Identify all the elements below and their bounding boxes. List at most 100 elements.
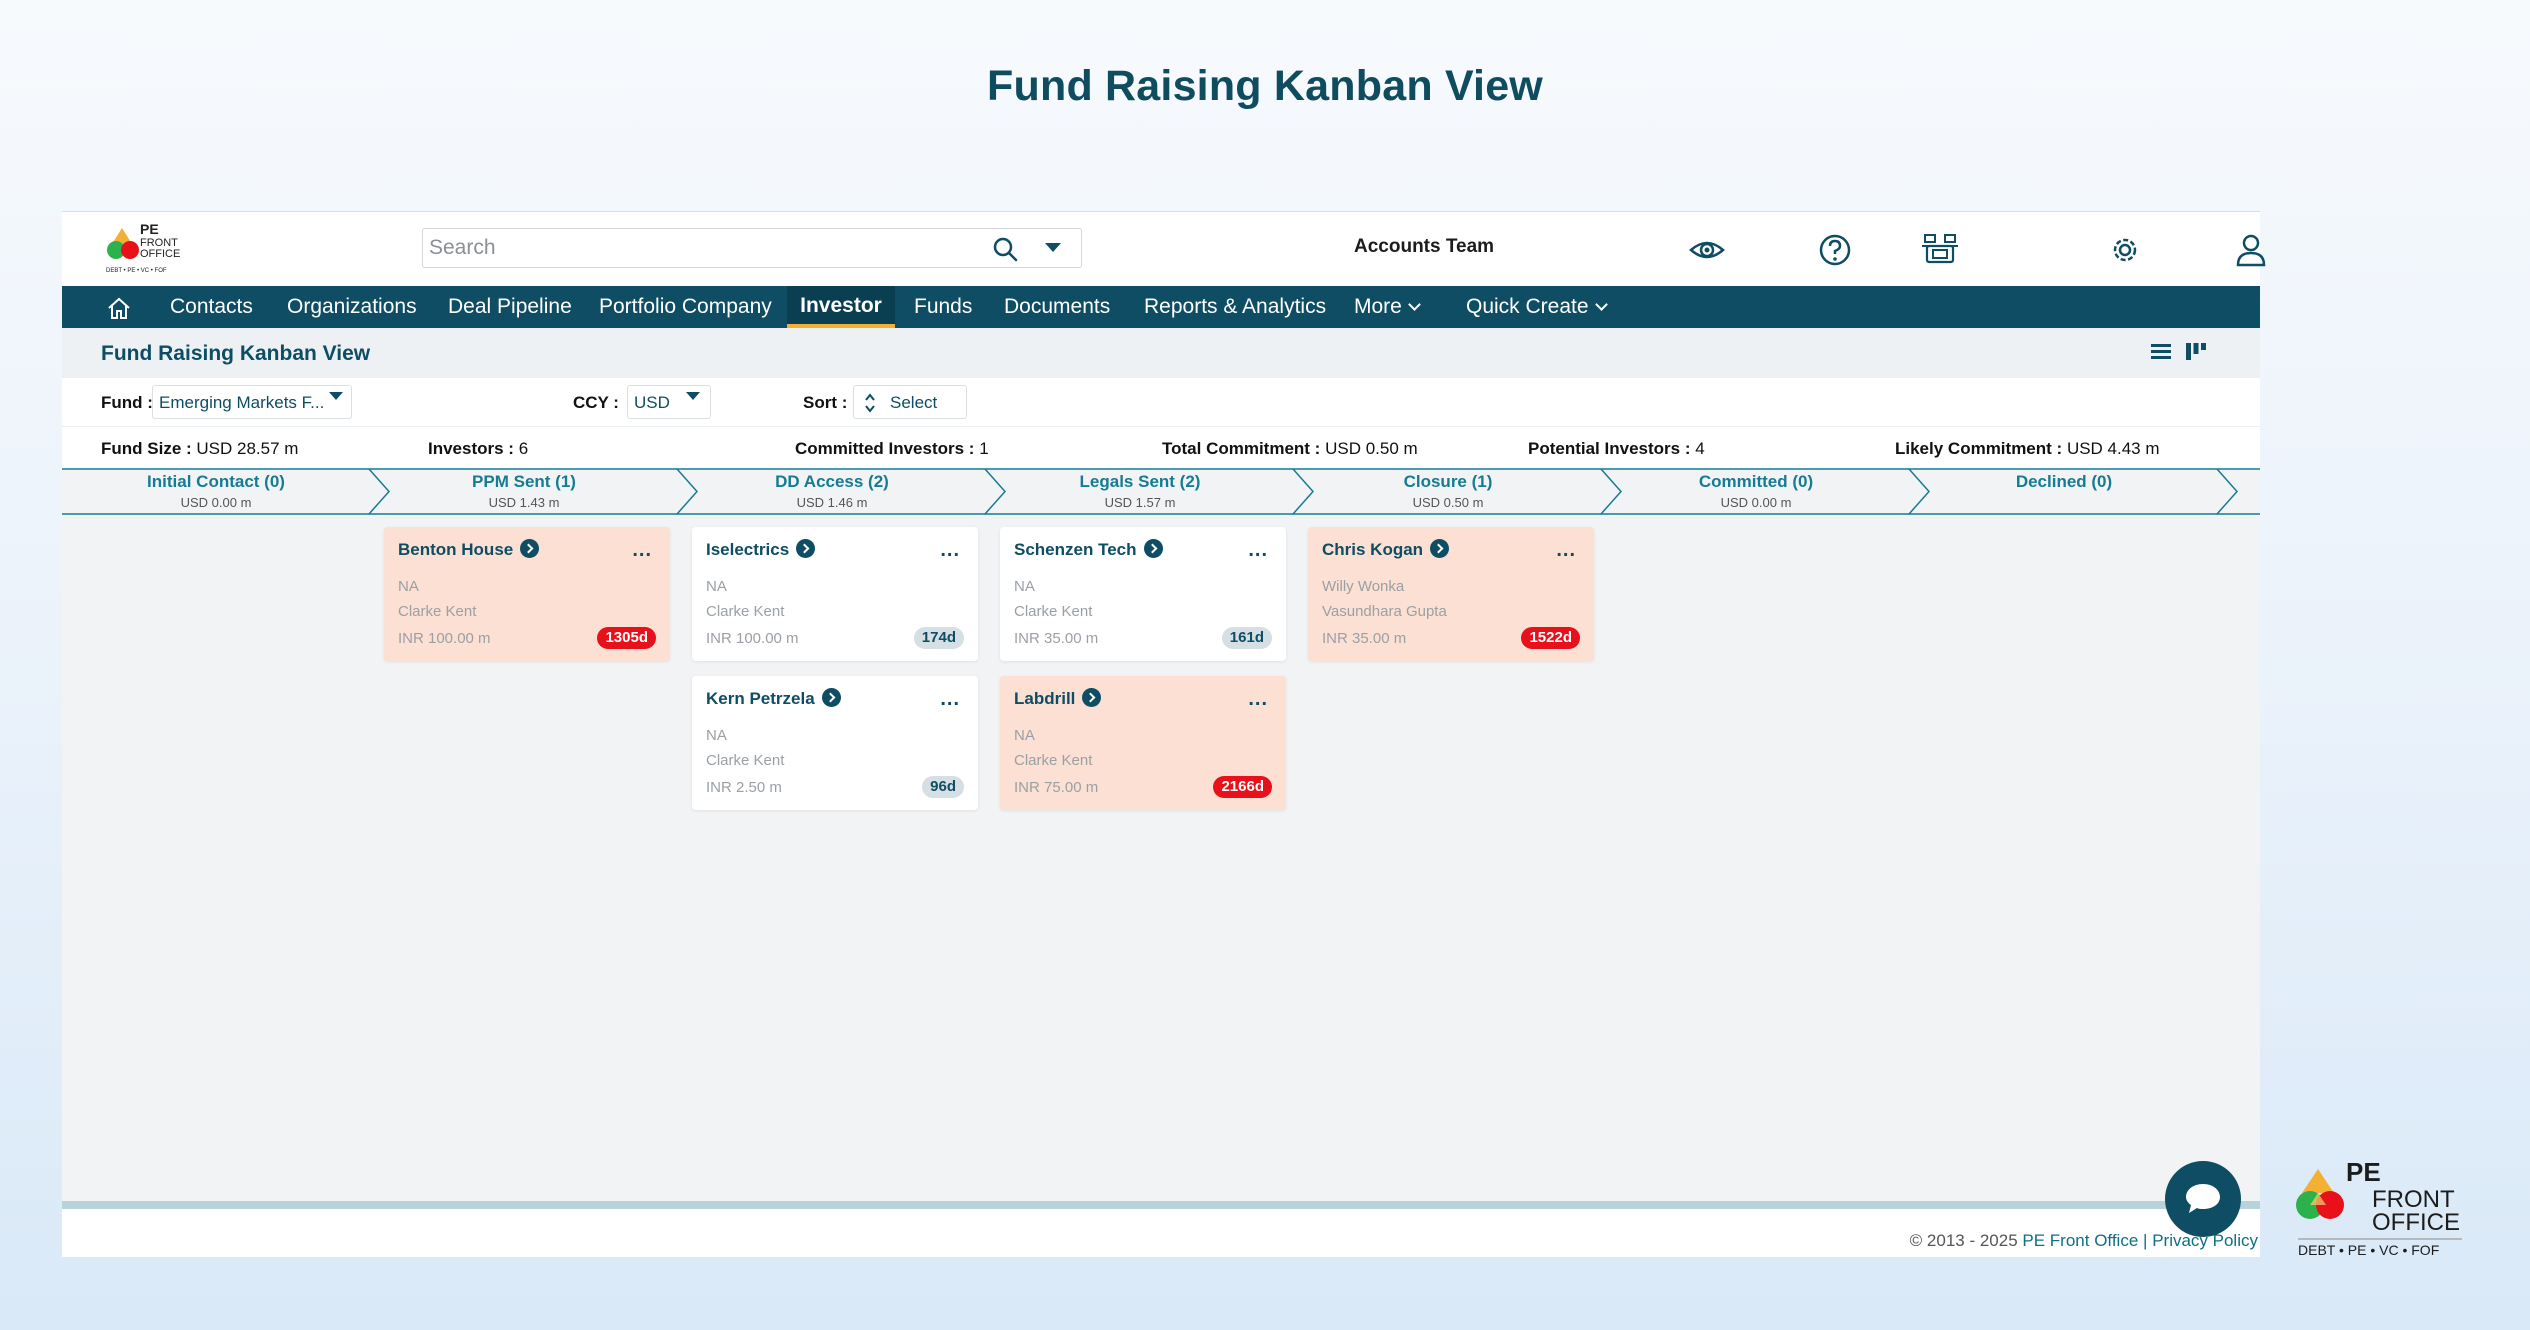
stage-dd-access[interactable]: DD Access (2) USD 1.46 m	[678, 468, 986, 516]
nav-quick-create[interactable]: Quick Create	[1466, 286, 1608, 328]
user-icon[interactable]	[2232, 232, 2270, 268]
stat-potential-investors: Potential Investors : 4	[1528, 439, 1705, 459]
search-icon[interactable]	[991, 235, 1019, 263]
kanban-view-icon[interactable]	[2184, 340, 2208, 364]
horizontal-scrollbar[interactable]	[62, 1201, 2260, 1209]
investor-card[interactable]: Kern Petrzela ... NA Clarke Kent INR 2.5…	[692, 676, 978, 810]
stage-header-row: Initial Contact (0) USD 0.00 m PPM Sent …	[62, 468, 2260, 516]
brand-pe: PE	[2346, 1161, 2381, 1187]
stat-likely-commitment: Likely Commitment : USD 4.43 m	[1895, 439, 2160, 459]
stage-ppm-sent[interactable]: PPM Sent (1) USD 1.43 m	[370, 468, 678, 516]
card-title-text: Schenzen Tech	[1014, 540, 1137, 559]
card-title[interactable]: Chris Kogan	[1322, 539, 1450, 560]
card-title[interactable]: Kern Petrzela	[706, 688, 841, 709]
stat-total-commitment-value: USD 0.50 m	[1325, 439, 1418, 458]
nav-documents[interactable]: Documents	[1004, 286, 1110, 328]
eye-icon[interactable]	[1688, 232, 1726, 268]
card-menu-button[interactable]: ...	[1248, 688, 1268, 711]
settings-icon[interactable]	[2106, 232, 2144, 268]
stage-closure[interactable]: Closure (1) USD 0.50 m	[1294, 468, 1602, 516]
home-icon[interactable]	[106, 295, 132, 321]
card-title-text: Iselectrics	[706, 540, 790, 559]
card-title[interactable]: Benton House	[398, 539, 540, 560]
nav-investor[interactable]: Investor	[787, 286, 895, 328]
stage-amount: USD 0.00 m	[180, 495, 252, 510]
card-title[interactable]: Schenzen Tech	[1014, 539, 1163, 560]
search-dropdown-caret-icon[interactable]	[1045, 243, 1061, 252]
stage-amount: USD 0.00 m	[1720, 495, 1792, 510]
top-bar: PE FRONT OFFICE DEBT • PE • VC • FOF Acc…	[62, 212, 2266, 286]
card-menu-button[interactable]: ...	[940, 539, 960, 562]
devices-icon[interactable]	[1921, 232, 1959, 268]
fund-select-caret-icon[interactable]	[329, 392, 343, 400]
app-logo[interactable]: PE FRONT OFFICE DEBT • PE • VC • FOF	[104, 220, 214, 278]
stage-declined[interactable]: Declined (0)	[1910, 468, 2218, 516]
account-team-label[interactable]: Accounts Team	[1354, 236, 1494, 258]
stat-investors: Investors : 6	[428, 439, 528, 459]
list-view-icon[interactable]	[2149, 340, 2173, 364]
card-menu-button[interactable]: ...	[1248, 539, 1268, 562]
company-link[interactable]: PE Front Office	[2022, 1231, 2138, 1250]
stage-legals-sent[interactable]: Legals Sent (2) USD 1.57 m	[986, 468, 1294, 516]
card-menu-button[interactable]: ...	[940, 688, 960, 711]
arrow-right-circle-icon[interactable]	[1143, 539, 1163, 558]
card-line-1: NA	[706, 727, 727, 744]
stage-name: Committed (0)	[1698, 472, 1814, 491]
arrow-right-circle-icon[interactable]	[821, 688, 841, 707]
investor-card[interactable]: Benton House ... NA Clarke Kent INR 100.…	[384, 527, 670, 661]
stage-amount: USD 0.50 m	[1412, 495, 1484, 510]
search-input[interactable]	[429, 235, 969, 261]
brand-tagline: DEBT • PE • VC • FOF	[2298, 1242, 2439, 1258]
ccy-select[interactable]: USD	[627, 385, 711, 419]
arrow-right-circle-icon[interactable]	[1082, 688, 1102, 707]
nav-organizations[interactable]: Organizations	[287, 286, 417, 328]
chevron-down-icon	[1594, 298, 1608, 311]
help-icon[interactable]	[1816, 232, 1854, 268]
card-line-1: NA	[1014, 578, 1035, 595]
ccy-select-caret-icon[interactable]	[686, 392, 700, 400]
card-menu-button[interactable]: ...	[632, 539, 652, 562]
arrow-right-circle-icon[interactable]	[796, 539, 816, 558]
stage-committed[interactable]: Committed (0) USD 0.00 m	[1602, 468, 1910, 516]
fund-select[interactable]: Emerging Markets F...	[152, 385, 352, 419]
card-amount: INR 100.00 m	[706, 630, 799, 647]
card-amount: INR 75.00 m	[1014, 779, 1099, 796]
card-title-text: Benton House	[398, 540, 514, 559]
investor-card[interactable]: Iselectrics ... NA Clarke Kent INR 100.0…	[692, 527, 978, 661]
search-box	[422, 228, 1082, 268]
card-line-2: Clarke Kent	[706, 752, 785, 769]
nav-funds[interactable]: Funds	[914, 286, 972, 328]
sort-icon[interactable]	[863, 392, 877, 414]
stage-amount: USD 1.46 m	[796, 495, 868, 510]
stage-amount: USD 1.43 m	[488, 495, 560, 510]
brand-logo: PE FRONT OFFICE DEBT • PE • VC • FOF	[2296, 1161, 2462, 1258]
stat-likely-commitment-value: USD 4.43 m	[2066, 439, 2160, 458]
investor-card[interactable]: Schenzen Tech ... NA Clarke Kent INR 35.…	[1000, 527, 1286, 661]
stage-initial-contact[interactable]: Initial Contact (0) USD 0.00 m	[62, 468, 370, 516]
card-title[interactable]: Labdrill	[1014, 688, 1102, 709]
stat-investors-value: 6	[518, 439, 529, 458]
nav-reports-analytics[interactable]: Reports & Analytics	[1144, 286, 1326, 328]
fund-label: Fund :	[101, 393, 153, 412]
arrow-right-circle-icon[interactable]	[520, 539, 540, 558]
sort-label: Sort :	[803, 393, 848, 412]
investor-card[interactable]: Chris Kogan ... Willy Wonka Vasundhara G…	[1308, 527, 1594, 661]
card-title[interactable]: Iselectrics	[706, 539, 816, 560]
investor-card[interactable]: Labdrill ... NA Clarke Kent INR 75.00 m …	[1000, 676, 1286, 810]
copyright-text: © 2013 - 2025	[1909, 1231, 2018, 1250]
nav-more[interactable]: More	[1354, 286, 1421, 328]
stat-likely-commitment-label: Likely Commitment :	[1895, 439, 2063, 458]
nav-contacts[interactable]: Contacts	[170, 286, 253, 328]
stage-name: Initial Contact (0)	[147, 472, 285, 491]
card-menu-button[interactable]: ...	[1556, 539, 1576, 562]
card-line-2: Clarke Kent	[1014, 752, 1093, 769]
nav-portfolio-company[interactable]: Portfolio Company	[599, 286, 772, 328]
stage-name: Closure (1)	[1403, 472, 1493, 491]
stat-committed-investors-value: 1	[979, 439, 989, 458]
sort-select-value: Select	[890, 393, 938, 412]
chat-button[interactable]	[2165, 1161, 2241, 1237]
chat-bubble-icon	[2186, 1184, 2220, 1213]
age-badge: 1305d	[597, 627, 656, 649]
arrow-right-circle-icon[interactable]	[1430, 539, 1450, 558]
nav-deal-pipeline[interactable]: Deal Pipeline	[448, 286, 572, 328]
